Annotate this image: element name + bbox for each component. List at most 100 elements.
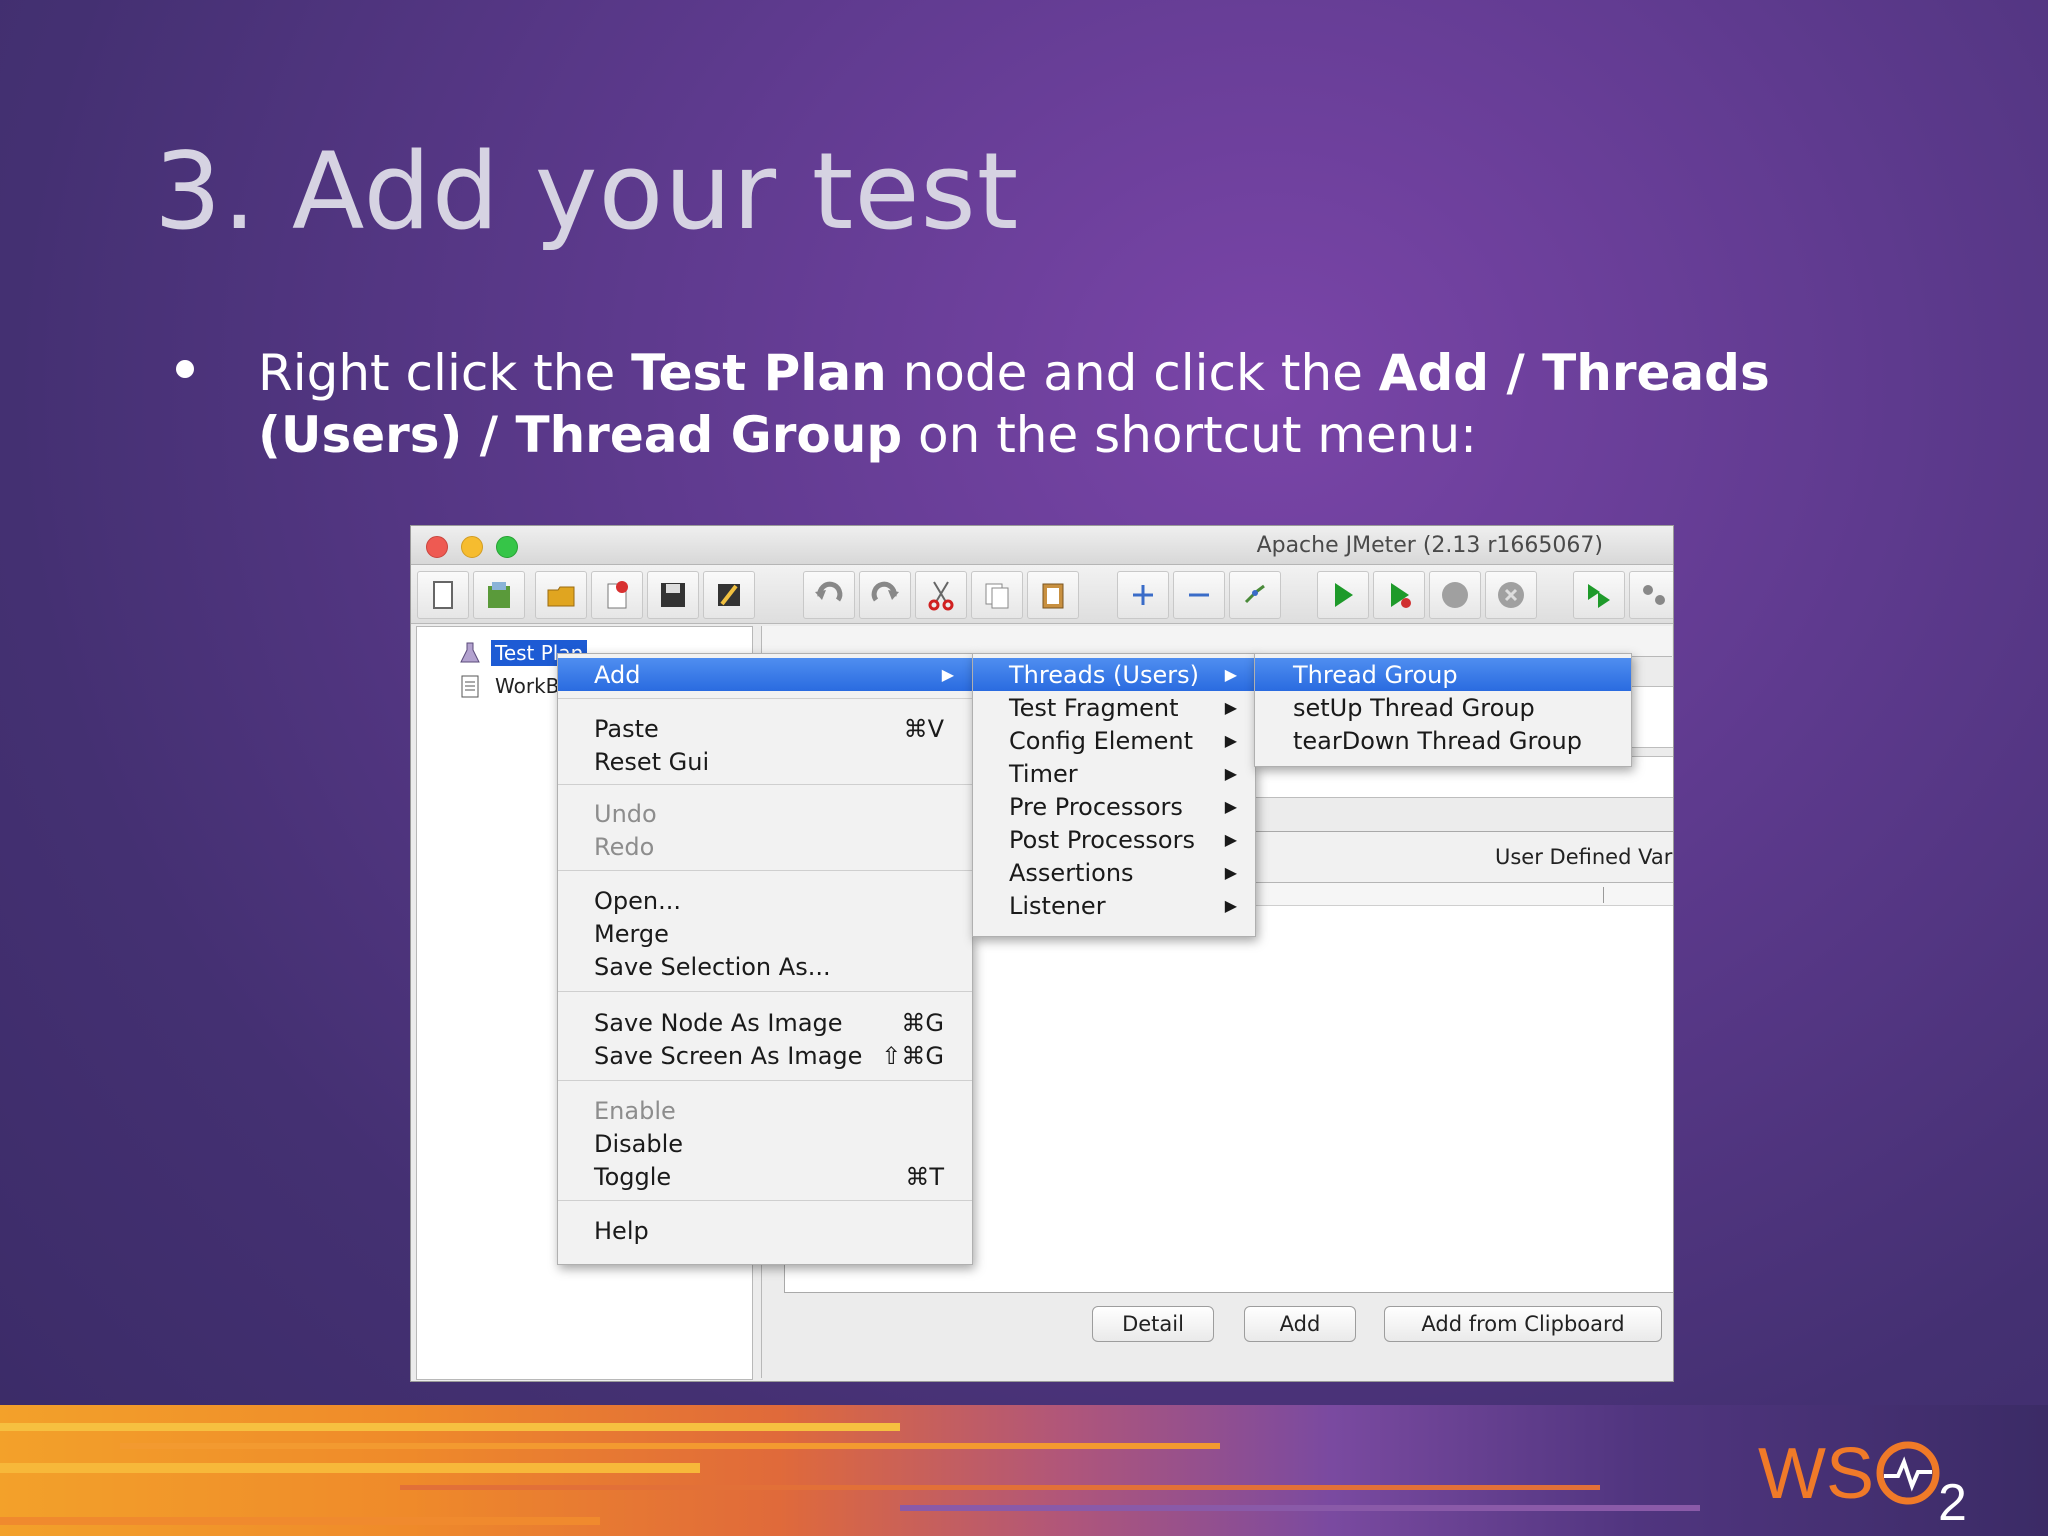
menu-item-label: Timer (1009, 759, 1078, 788)
submenu-arrow-icon: ▶ (1224, 665, 1237, 684)
menu-item-label: Add (594, 660, 641, 689)
menu-item-reset-gui[interactable]: Reset Gui (558, 745, 972, 778)
menu-item-label: tearDown Thread Group (1293, 726, 1582, 755)
flask-icon (457, 640, 483, 666)
templates-icon[interactable] (473, 571, 525, 619)
submenu-arrow-icon: ▶ (1224, 698, 1237, 717)
submenu-item-listener[interactable]: Listener ▶ (973, 889, 1255, 922)
menu-item-label: Disable (594, 1129, 684, 1158)
toolbar (411, 565, 1673, 624)
window-close-button[interactable] (426, 536, 448, 558)
stop-icon[interactable] (1429, 571, 1481, 619)
menu-item-paste[interactable]: Paste ⌘V (558, 712, 972, 745)
submenu-arrow-icon: ▶ (1224, 830, 1237, 849)
menu-item-label: Save Screen As Image (594, 1041, 863, 1070)
column-divider[interactable] (1603, 887, 1604, 903)
menu-item-label: Enable (594, 1096, 676, 1125)
start-no-pause-icon[interactable] (1373, 571, 1425, 619)
menu-shortcut: ⇧⌘G (881, 1041, 944, 1070)
threads-submenu: Thread Group setUp Thread Group tearDown… (1254, 653, 1632, 767)
slide-title: 3. Add your test (154, 130, 1020, 253)
menu-separator (558, 870, 972, 871)
menu-item-label: Help (594, 1216, 649, 1245)
submenu-item-post-processors[interactable]: Post Processors ▶ (973, 823, 1255, 856)
window-titlebar[interactable]: Apache JMeter (2.13 r1665067) (411, 526, 1673, 565)
menu-item-label: Assertions (1009, 858, 1134, 887)
undo-icon[interactable] (803, 571, 855, 619)
cut-icon[interactable] (915, 571, 967, 619)
menu-item-label: Redo (594, 832, 655, 861)
menu-item-label: setUp Thread Group (1293, 693, 1535, 722)
submenu-item-pre-processors[interactable]: Pre Processors ▶ (973, 790, 1255, 823)
start-icon[interactable] (1317, 571, 1369, 619)
menu-item-toggle[interactable]: Toggle ⌘T (558, 1160, 972, 1193)
bullet-text-part: node and click the (886, 344, 1379, 402)
menu-item-label: Save Node As Image (594, 1008, 843, 1037)
add-button[interactable]: Add (1244, 1306, 1356, 1342)
bullet-bold-test-plan: Test Plan (631, 344, 887, 402)
add-submenu: Threads (Users) ▶ Test Fragment ▶ Config E… (972, 653, 1256, 937)
menu-item-label: Test Fragment (1009, 693, 1179, 722)
menu-separator (558, 991, 972, 992)
menu-separator (558, 1080, 972, 1081)
menu-item-label: Reset Gui (594, 747, 710, 776)
menu-item-label: Undo (594, 799, 657, 828)
submenu-item-config-element[interactable]: Config Element ▶ (973, 724, 1255, 757)
jmeter-window: Apache JMeter (2.13 r1665067) Test Plan … (410, 525, 1674, 1382)
submenu-item-thread-group[interactable]: Thread Group (1255, 658, 1631, 691)
close-icon[interactable] (591, 571, 643, 619)
open-icon[interactable] (535, 571, 587, 619)
menu-item-redo: Redo (558, 830, 972, 863)
paste-icon[interactable] (1027, 571, 1079, 619)
window-maximize-button[interactable] (496, 536, 518, 558)
save-icon[interactable] (647, 571, 699, 619)
footer-stripes (0, 1405, 2048, 1536)
detail-button[interactable]: Detail (1092, 1306, 1214, 1342)
add-from-clipboard-button[interactable]: Add from Clipboard (1384, 1306, 1662, 1342)
shutdown-icon[interactable] (1485, 571, 1537, 619)
submenu-item-assertions[interactable]: Assertions ▶ (973, 856, 1255, 889)
menu-separator (558, 1200, 972, 1201)
toggle-icon[interactable] (1229, 571, 1281, 619)
clipboard-icon (457, 673, 483, 699)
collapse-icon[interactable] (1173, 571, 1225, 619)
menu-item-undo: Undo (558, 797, 972, 830)
submenu-item-timer[interactable]: Timer ▶ (973, 757, 1255, 790)
submenu-item-test-fragment[interactable]: Test Fragment ▶ (973, 691, 1255, 724)
bullet-dot (176, 360, 194, 378)
menu-shortcut: ⌘G (901, 1008, 944, 1037)
menu-separator (558, 784, 972, 785)
svg-text:2: 2 (1938, 1474, 1967, 1528)
remote-icon[interactable] (1629, 571, 1673, 619)
remote-start-icon[interactable] (1573, 571, 1625, 619)
copy-icon[interactable] (971, 571, 1023, 619)
menu-item-label: Threads (Users) (1009, 660, 1199, 689)
menu-item-save-screen-as-image[interactable]: Save Screen As Image ⇧⌘G (558, 1039, 972, 1072)
menu-item-save-node-as-image[interactable]: Save Node As Image ⌘G (558, 1006, 972, 1039)
submenu-arrow-icon: ▶ (1224, 797, 1237, 816)
menu-item-open[interactable]: Open... (558, 884, 972, 917)
menu-item-label: Listener (1009, 891, 1106, 920)
menu-separator (558, 698, 972, 699)
menu-item-merge[interactable]: Merge (558, 917, 972, 950)
menu-item-label: Open... (594, 886, 681, 915)
menu-item-label: Config Element (1009, 726, 1193, 755)
menu-shortcut: ⌘T (905, 1162, 944, 1191)
new-icon[interactable] (417, 571, 469, 619)
menu-item-label: Toggle (594, 1162, 672, 1191)
edit-icon[interactable] (703, 571, 755, 619)
menu-item-save-selection-as[interactable]: Save Selection As... (558, 950, 972, 983)
window-minimize-button[interactable] (461, 536, 483, 558)
submenu-item-teardown-thread-group[interactable]: tearDown Thread Group (1255, 724, 1631, 757)
menu-item-label: Post Processors (1009, 825, 1195, 854)
submenu-item-threads-users[interactable]: Threads (Users) ▶ (973, 658, 1255, 691)
menu-item-label: Paste (594, 714, 659, 743)
menu-item-disable[interactable]: Disable (558, 1127, 972, 1160)
submenu-item-setup-thread-group[interactable]: setUp Thread Group (1255, 691, 1631, 724)
redo-icon[interactable] (859, 571, 911, 619)
submenu-arrow-icon: ▶ (1224, 731, 1237, 750)
submenu-arrow-icon: ▶ (1224, 764, 1237, 783)
expand-icon[interactable] (1117, 571, 1169, 619)
menu-item-help[interactable]: Help (558, 1214, 972, 1247)
menu-item-add[interactable]: Add ▶ (558, 658, 972, 691)
